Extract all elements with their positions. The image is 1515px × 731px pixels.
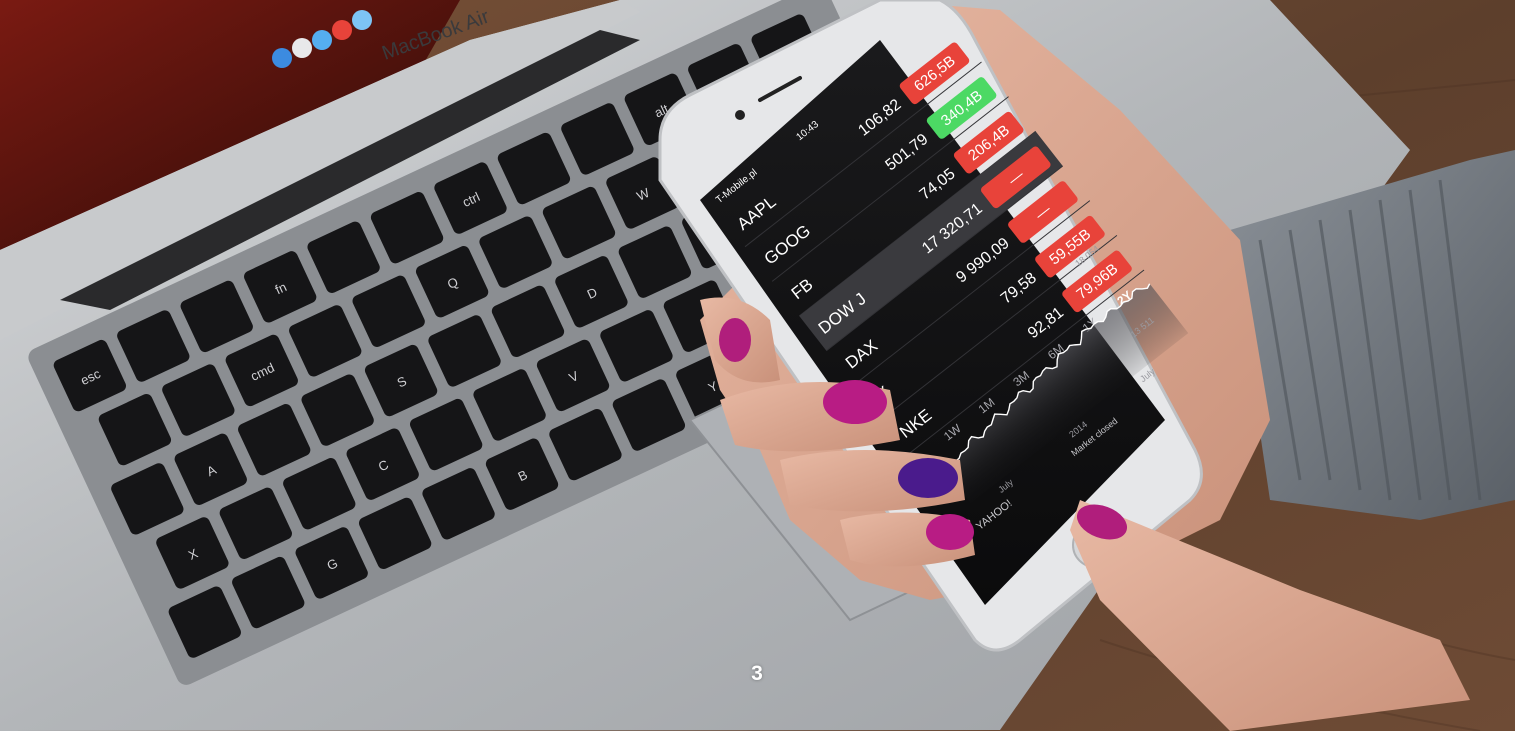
slide-number: 3: [751, 662, 763, 685]
fingernail: [719, 318, 751, 362]
stock-app-photo: MacBook Air escfnctrlaltcmdQWEASDZXCVTGB…: [0, 0, 1515, 731]
fingernail: [823, 380, 887, 424]
phone-camera: [735, 110, 745, 120]
photo-frame: MacBook Air escfnctrlaltcmdQWEASDZXCVTGB…: [0, 0, 1515, 731]
fingernail: [898, 458, 958, 498]
fingernail: [926, 514, 974, 550]
